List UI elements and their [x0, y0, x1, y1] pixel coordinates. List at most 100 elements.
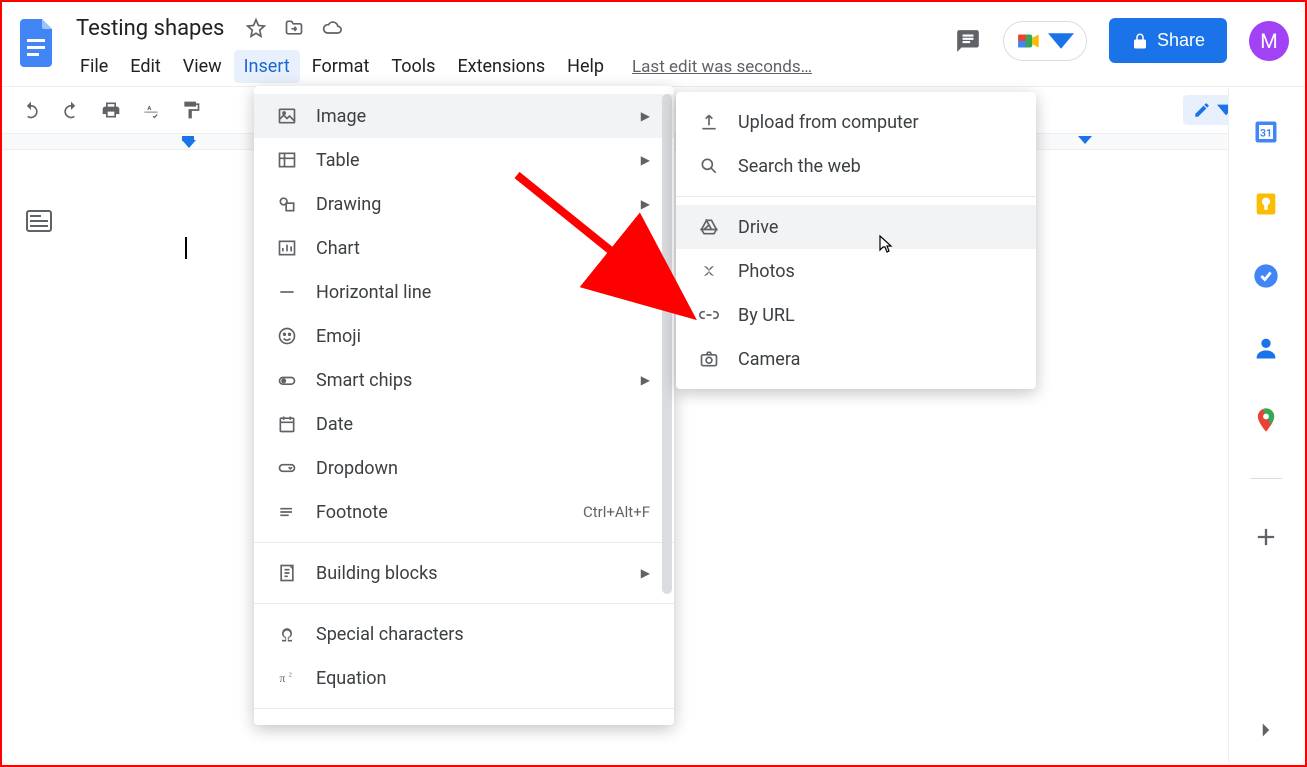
insert-drawing-label: Drawing — [316, 194, 623, 215]
tasks-app-icon[interactable] — [1252, 262, 1280, 290]
contacts-app-icon[interactable] — [1252, 334, 1280, 362]
calendar-app-icon[interactable]: 31 — [1252, 118, 1280, 146]
paint-format-icon[interactable] — [180, 99, 202, 121]
upload-icon — [698, 112, 720, 132]
menu-help[interactable]: Help — [557, 50, 614, 83]
buildingblocks-icon — [276, 563, 298, 583]
insert-date-label: Date — [316, 414, 650, 435]
document-outline-button[interactable] — [26, 210, 52, 232]
insert-buildingblocks-item[interactable]: Building blocks ▶ — [254, 551, 674, 595]
photos-icon — [698, 261, 720, 281]
image-searchweb-item[interactable]: Search the web — [676, 144, 1036, 188]
left-indent-marker[interactable] — [182, 136, 196, 148]
insert-specialchars-label: Special characters — [316, 624, 650, 645]
text-cursor — [185, 237, 187, 259]
image-drive-item[interactable]: Drive — [676, 205, 1036, 249]
image-photos-label: Photos — [738, 261, 1012, 282]
maps-app-icon[interactable] — [1252, 406, 1280, 434]
last-edit-status[interactable]: Last edit was seconds… — [632, 57, 812, 77]
insert-image-label: Image — [316, 106, 623, 127]
insert-dropdown-item[interactable]: Dropdown — [254, 446, 674, 490]
redo-icon[interactable] — [60, 99, 82, 121]
submenu-arrow-icon: ▶ — [641, 566, 650, 580]
drive-icon — [698, 217, 720, 237]
footnote-shortcut: Ctrl+Alt+F — [583, 503, 650, 521]
image-upload-item[interactable]: Upload from computer — [676, 100, 1036, 144]
cloud-status-icon[interactable] — [320, 16, 344, 40]
camera-icon — [698, 349, 720, 369]
equation-icon: π2 — [276, 668, 298, 688]
image-byurl-label: By URL — [738, 305, 1012, 326]
menu-format[interactable]: Format — [302, 50, 380, 83]
meet-button[interactable] — [1003, 21, 1087, 61]
insert-table-item[interactable]: Table ▶ — [254, 138, 674, 182]
insert-table-label: Table — [316, 150, 623, 171]
image-byurl-item[interactable]: By URL — [676, 293, 1036, 337]
insert-drawing-item[interactable]: Drawing ▶ — [254, 182, 674, 226]
insert-date-item[interactable]: Date — [254, 402, 674, 446]
date-icon — [276, 414, 298, 434]
submenu-arrow-icon: ▶ — [641, 241, 650, 255]
drawing-icon — [276, 194, 298, 214]
menu-insert[interactable]: Insert — [234, 50, 300, 83]
insert-footnote-item[interactable]: Footnote Ctrl+Alt+F — [254, 490, 674, 534]
menu-view[interactable]: View — [173, 50, 232, 83]
menu-tools[interactable]: Tools — [381, 50, 445, 83]
print-icon[interactable] — [100, 99, 122, 121]
keep-app-icon[interactable] — [1252, 190, 1280, 218]
insert-buildingblocks-label: Building blocks — [316, 563, 623, 584]
menu-scrollbar[interactable] — [662, 94, 672, 594]
add-addon-icon[interactable] — [1252, 523, 1280, 551]
insert-dropdown-label: Dropdown — [316, 458, 650, 479]
svg-text:2: 2 — [289, 671, 292, 678]
move-folder-icon[interactable] — [282, 16, 306, 40]
image-photos-item[interactable]: Photos — [676, 249, 1036, 293]
link-icon — [698, 305, 720, 325]
table-icon — [276, 150, 298, 170]
side-panel-expand-icon[interactable] — [1253, 717, 1279, 743]
comments-icon[interactable] — [955, 28, 981, 54]
docs-logo[interactable] — [18, 16, 58, 70]
submenu-arrow-icon: ▶ — [641, 373, 650, 387]
insert-chart-label: Chart — [316, 238, 623, 259]
menu-edit[interactable]: Edit — [120, 50, 170, 83]
share-button[interactable]: Share — [1109, 18, 1227, 63]
image-camera-item[interactable]: Camera — [676, 337, 1036, 381]
submenu-arrow-icon: ▶ — [641, 197, 650, 211]
menubar: File Edit View Insert Format Tools Exten… — [70, 50, 955, 83]
right-indent-marker[interactable] — [1078, 136, 1092, 144]
smartchips-icon — [276, 370, 298, 390]
insert-hline-label: Horizontal line — [316, 282, 650, 303]
footnote-icon — [276, 502, 298, 522]
image-submenu-panel: Upload from computer Search the web Driv… — [676, 92, 1036, 389]
image-camera-label: Camera — [738, 349, 1012, 370]
side-panel: 31 — [1228, 88, 1303, 763]
insert-image-item[interactable]: Image ▶ — [254, 94, 674, 138]
insert-equation-item[interactable]: π2 Equation — [254, 656, 674, 700]
insert-emoji-label: Emoji — [316, 326, 650, 347]
submenu-arrow-icon: ▶ — [641, 153, 650, 167]
svg-text:31: 31 — [1260, 127, 1272, 140]
dropdown-icon — [276, 458, 298, 478]
document-title[interactable]: Testing shapes — [70, 14, 230, 43]
menu-file[interactable]: File — [70, 50, 118, 83]
image-searchweb-label: Search the web — [738, 156, 1012, 177]
menu-extensions[interactable]: Extensions — [447, 50, 555, 83]
insert-smartchips-item[interactable]: Smart chips ▶ — [254, 358, 674, 402]
emoji-icon — [276, 326, 298, 346]
insert-equation-label: Equation — [316, 668, 650, 689]
insert-chart-item[interactable]: Chart ▶ — [254, 226, 674, 270]
star-icon[interactable] — [244, 16, 268, 40]
insert-specialchars-item[interactable]: Special characters — [254, 612, 674, 656]
spellcheck-icon[interactable] — [140, 99, 162, 121]
svg-text:π: π — [280, 672, 286, 685]
share-label: Share — [1157, 30, 1205, 51]
undo-icon[interactable] — [20, 99, 42, 121]
search-icon — [698, 156, 720, 176]
account-avatar[interactable]: M — [1249, 21, 1289, 61]
insert-menu-panel: Image ▶ Table ▶ Drawing ▶ Chart ▶ Horizo… — [254, 86, 674, 725]
submenu-arrow-icon: ▶ — [641, 109, 650, 123]
insert-emoji-item[interactable]: Emoji — [254, 314, 674, 358]
insert-hline-item[interactable]: Horizontal line — [254, 270, 674, 314]
image-drive-label: Drive — [738, 217, 1012, 238]
